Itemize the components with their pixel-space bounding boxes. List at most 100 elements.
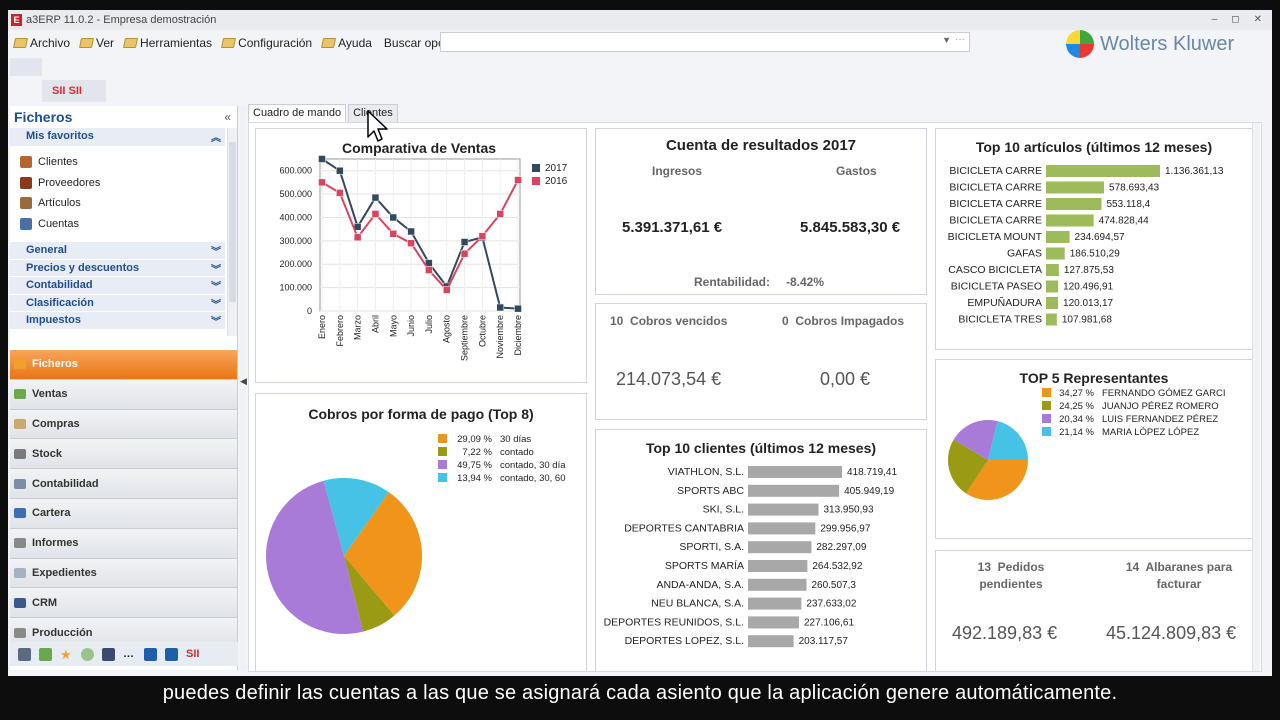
legend-label: 2017 (545, 163, 568, 174)
search-input[interactable]: ▼ ··· (440, 32, 970, 52)
favorite-articulos[interactable]: Artículos (20, 193, 237, 214)
sidebar-splitter[interactable]: ◀ (240, 106, 247, 670)
module-cartera[interactable]: Cartera (10, 498, 237, 529)
group-impuestos[interactable]: Impuestos ︾ (10, 312, 225, 330)
star-icon[interactable]: ★ (60, 648, 73, 661)
menu-herramientas[interactable]: Herramientas (122, 36, 212, 50)
module-ventas[interactable]: Ventas (10, 379, 237, 410)
favorite-cuentas[interactable]: Cuentas (20, 214, 237, 235)
minimize-button[interactable]: – (1212, 10, 1218, 30)
maximize-button[interactable]: ◻ (1231, 10, 1239, 30)
sii-icon[interactable]: SII (186, 648, 199, 660)
bar (1046, 181, 1105, 194)
font-icon[interactable] (144, 647, 157, 661)
more-icon[interactable]: ··· (955, 34, 965, 45)
group-precios[interactable]: Precios y descuentos ︾ (10, 259, 225, 278)
bar (748, 522, 816, 535)
module-crm[interactable]: CRM (10, 588, 237, 619)
module-label: Stock (32, 447, 62, 460)
sii-button[interactable]: SII SII (52, 85, 82, 97)
favorite-clientes[interactable]: Clientes (20, 152, 237, 173)
legend-swatch (1042, 427, 1051, 436)
data-point (389, 213, 398, 222)
x-tick-label: Abril (370, 315, 380, 333)
module-label: Contabilidad (32, 477, 99, 490)
group-clasificacion[interactable]: Clasificación ︾ (10, 294, 225, 313)
data-point (407, 227, 415, 236)
chevron-down-icon: ︾ (211, 317, 221, 329)
legend-label: contado, 30 día (500, 460, 566, 471)
bar-label: BICICLETA CARRE (949, 215, 1042, 227)
books-icon[interactable] (102, 647, 115, 661)
font-icon[interactable] (165, 647, 178, 661)
module-list: Ficheros Ventas Compras Stock Contabilidad Ca… (10, 350, 237, 648)
bar-label: SPORTI, S.A. (679, 541, 744, 553)
close-button[interactable]: ✕ (1254, 10, 1262, 30)
menu-configuracion[interactable]: Configuración (220, 36, 312, 50)
bar-label: SPORTS ABC (677, 485, 744, 497)
bar (1046, 297, 1059, 309)
menu-ver[interactable]: Ver (78, 36, 114, 50)
arrow-left-icon[interactable]: ◀ (240, 376, 247, 387)
bar (1046, 247, 1065, 260)
payment-pie-title: Cobros por forma de pago (Top 8) (308, 406, 534, 422)
top-reps-panel: TOP 5 Representantes 34,27 % FERNANDO GÓM… (935, 359, 1253, 539)
module-label: Cartera (32, 507, 71, 520)
menu-archivo[interactable]: Archivo (12, 36, 70, 50)
legend-swatch (438, 434, 447, 443)
sidebar-scrollbar[interactable] (227, 128, 237, 336)
iva-icon[interactable] (39, 647, 52, 661)
bar (748, 503, 819, 516)
module-stock[interactable]: Stock (10, 439, 237, 470)
chevron-down-icon: ︾ (211, 264, 221, 276)
folder-icon (122, 38, 139, 48)
favorites-header[interactable]: Mis favoritos ︽ (10, 128, 225, 146)
bar-value: 120.496,91 (1063, 282, 1113, 293)
bar-value: 264.532,92 (812, 561, 862, 572)
group-general[interactable]: General ︾ (10, 242, 225, 260)
legend-label: contado, 30, 60 (500, 473, 566, 484)
module-compras[interactable]: Compras (10, 409, 237, 440)
top-reps-pie-chart: 34,27 % FERNANDO GÓMEZ GARCI 24,25 % JUANJO… (948, 388, 1226, 500)
dashboard: Comparativa de Ventas 0 100.000 200.000 300.… (248, 122, 1262, 672)
pedidos-label: Pedidos (997, 560, 1045, 574)
module-informes[interactable]: Informes (10, 528, 237, 559)
app-window: E a3ERP 11.0.2 - Empresa demostración – … (8, 10, 1272, 676)
legend-label: LUIS FERNANDEZ PÉREZ (1102, 414, 1218, 425)
mouse-cursor-icon (367, 110, 388, 142)
tab-cuadro-de-mando[interactable]: Cuadro de mando (248, 104, 347, 122)
favorite-proveedores[interactable]: Proveedores (20, 173, 237, 194)
x-tick-label: Mayo (388, 315, 398, 337)
folder-icon (12, 38, 29, 48)
data-point (496, 210, 504, 218)
sii-toolbar[interactable]: SII SII (42, 80, 106, 102)
legend-swatch (438, 460, 447, 469)
scrollbar-thumb[interactable] (229, 142, 236, 302)
bar-value: 282.297,09 (816, 542, 866, 553)
data-point (353, 233, 362, 242)
dashboard-scrollbar[interactable] (1252, 123, 1260, 671)
module-contabilidad[interactable]: Contabilidad (10, 469, 237, 499)
module-icon (14, 567, 26, 578)
bar-value: 578.693,43 (1109, 183, 1159, 194)
menu-ayuda[interactable]: Ayuda (321, 36, 372, 50)
module-icon (14, 597, 26, 608)
x-tick-label: Julio (424, 315, 434, 334)
monitor-icon[interactable] (18, 647, 31, 661)
more-icon[interactable]: … (123, 648, 136, 661)
data-point (407, 239, 415, 247)
data-point (389, 230, 398, 238)
module-ficheros[interactable]: Ficheros (10, 350, 237, 380)
module-expedientes[interactable]: Expedientes (10, 558, 237, 589)
legend-swatch (438, 447, 447, 456)
x-tick-label: Febrero (335, 315, 345, 347)
chevron-down-icon[interactable]: ▼ (942, 35, 951, 45)
collapse-icon[interactable]: « (224, 110, 231, 124)
refresh-icon[interactable] (81, 647, 94, 661)
folder-icon (321, 38, 337, 48)
module-label: Expedientes (32, 566, 97, 579)
group-contabilidad[interactable]: Contabilidad ︾ (10, 277, 225, 295)
vencidos-count: 10 (610, 314, 624, 328)
sales-chart-panel: Comparativa de Ventas 0 100.000 200.000 300.… (255, 128, 587, 383)
module-icon (14, 389, 26, 400)
